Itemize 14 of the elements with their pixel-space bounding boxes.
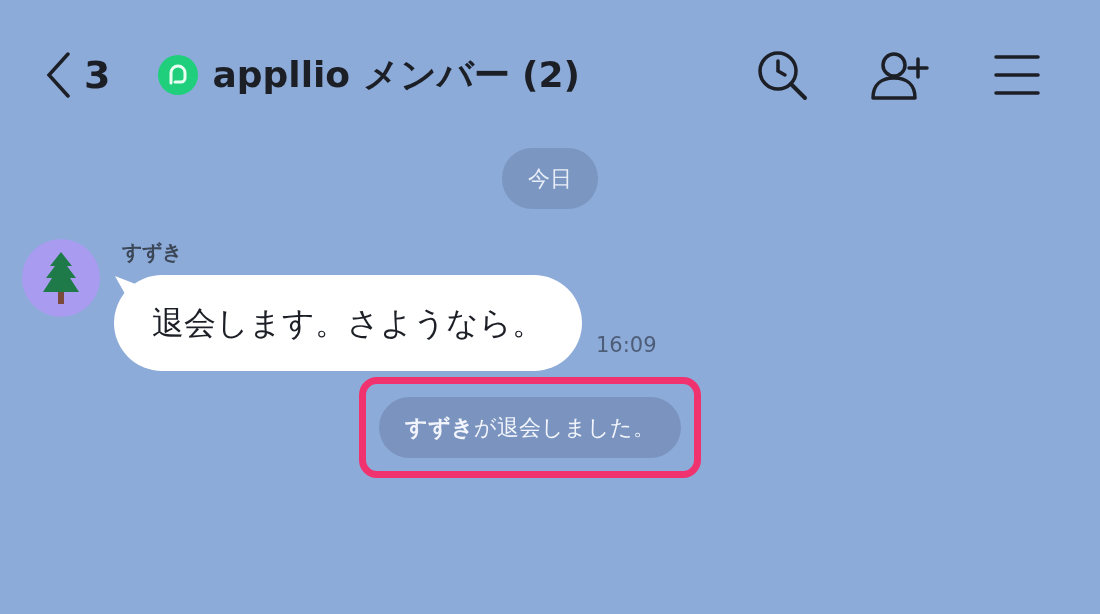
back-icon <box>46 52 70 98</box>
sender-name: すずき <box>122 239 183 266</box>
chat-title: appllio メンバー (2) <box>212 53 581 97</box>
group-icon <box>158 55 199 95</box>
message-bubble: 退会します。さようなら。 <box>114 275 582 371</box>
date-divider: 今日 <box>502 148 598 209</box>
unread-count: 3 <box>84 51 111 99</box>
menu-button[interactable] <box>994 54 1040 96</box>
tree-icon <box>41 250 81 306</box>
message-time: 16:09 <box>596 331 657 359</box>
system-message: すずきが退会しました。 <box>379 397 681 458</box>
add-friend-button[interactable] <box>870 49 932 101</box>
back-button[interactable]: 3 <box>46 46 111 104</box>
search-button[interactable] <box>756 49 808 101</box>
